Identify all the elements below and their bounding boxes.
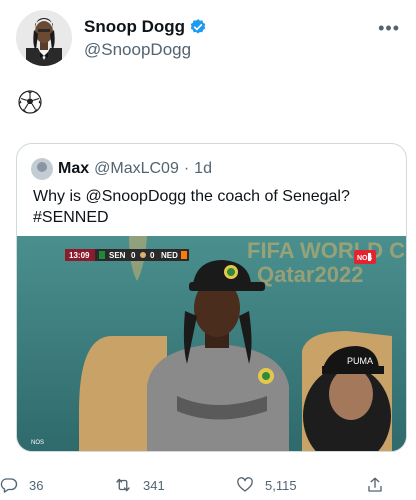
reply-button[interactable]: 36: [0, 476, 43, 494]
quoted-tweet-media-image[interactable]: FIFA WORLD CUP Qatar2022 PUMA: [17, 236, 407, 451]
svg-text:PUMA: PUMA: [347, 356, 373, 366]
author-names: Snoop Dogg @SnoopDogg: [84, 17, 207, 60]
like-count: 5,115: [265, 477, 297, 493]
retweet-count: 341: [143, 477, 165, 493]
broadcaster-watermark: NOS: [31, 440, 44, 446]
banner-line1: FIFA WORLD CUP: [247, 238, 407, 263]
verified-badge-icon: [189, 18, 207, 36]
quoted-tweet-text-line1: Why is @SnoopDogg the coach of Senegal?: [33, 188, 350, 205]
scoreboard-score-away: 0: [150, 251, 155, 260]
retweet-icon: [116, 478, 130, 492]
scoreboard-team-away: NED: [161, 251, 178, 260]
action-bar: 36 341 5,115: [0, 472, 416, 500]
share-button[interactable]: [366, 476, 384, 494]
quoted-tweet-header: Max @MaxLC09 · 1d: [31, 158, 212, 180]
scoreboard-team-home: SEN: [109, 251, 126, 260]
reply-icon: [0, 478, 18, 493]
author-avatar[interactable]: [16, 10, 72, 66]
quoted-author-display-name[interactable]: Max: [58, 160, 89, 178]
quoted-tweet-timestamp[interactable]: 1d: [194, 160, 212, 178]
author-display-name[interactable]: Snoop Dogg: [84, 17, 185, 37]
quoted-author-handle[interactable]: @MaxLC09: [94, 160, 179, 178]
share-icon: [368, 477, 382, 492]
scoreboard-score-home: 0: [131, 251, 136, 260]
retweet-button[interactable]: 341: [114, 476, 165, 494]
scoreboard-time: 13:09: [69, 251, 90, 260]
post-header: Snoop Dogg @SnoopDogg •••: [16, 10, 406, 68]
quoted-tweet-text: Why is @SnoopDogg the coach of Senegal? …: [33, 186, 393, 228]
banner-line2: Qatar2022: [257, 262, 363, 287]
quoted-tweet-separator: ·: [183, 160, 190, 177]
heart-icon: [237, 477, 253, 492]
broadcaster-corner-logo: NOS: [354, 250, 376, 264]
quoted-author-avatar[interactable]: [31, 158, 53, 180]
like-button[interactable]: 5,115: [236, 476, 297, 494]
more-options-icon[interactable]: •••: [378, 18, 400, 39]
author-handle[interactable]: @SnoopDogg: [84, 40, 207, 60]
reply-count: 36: [29, 477, 44, 493]
author-avatar-image: [16, 10, 72, 66]
author-name-row: Snoop Dogg: [84, 17, 207, 37]
quoted-tweet-card[interactable]: Max @MaxLC09 · 1d Why is @SnoopDogg the …: [16, 143, 407, 452]
soccer-ball-icon: [18, 90, 44, 116]
quoted-tweet-hashtag[interactable]: #SENNED: [33, 207, 393, 228]
